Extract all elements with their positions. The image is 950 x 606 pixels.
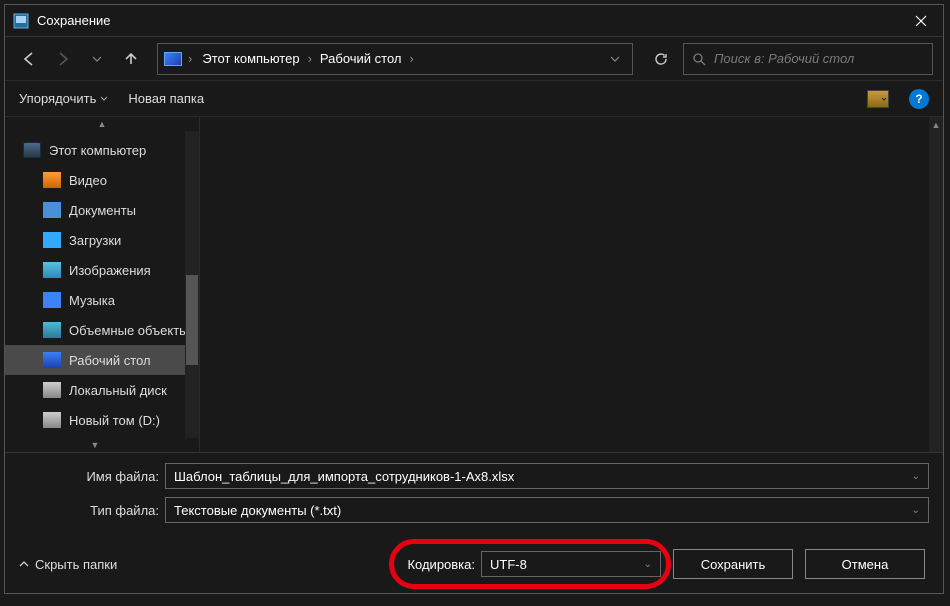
scrollbar-thumb[interactable] [186,275,198,365]
address-dropdown[interactable] [604,54,626,64]
footer: Скрыть папки Кодировка: UTF-8 ⌄ Сохранит… [5,535,943,593]
organize-menu[interactable]: Упорядочить [19,91,108,106]
main-scrollbar[interactable]: ▲ [929,117,943,452]
tree-item-3dobjects[interactable]: Объемные объекты [5,315,199,345]
app-icon [13,13,29,29]
breadcrumb: Этот компьютер › Рабочий стол › [198,49,598,68]
tree-item-documents[interactable]: Документы [5,195,199,225]
chevron-down-icon [100,95,108,103]
bottom-panel: Имя файла: Шаблон_таблицы_для_импорта_со… [5,452,943,535]
save-dialog: Сохранение › Этот компьютер › Рабочий ст… [4,4,944,594]
chevron-down-icon: ⌄ [644,559,652,570]
address-bar[interactable]: › Этот компьютер › Рабочий стол › [157,43,633,75]
video-icon [43,172,61,188]
objects3d-icon [43,322,61,338]
encoding-select[interactable]: UTF-8 ⌄ [481,551,661,577]
tree-item-music[interactable]: Музыка [5,285,199,315]
breadcrumb-computer[interactable]: Этот компьютер [198,49,303,68]
chevron-right-icon: › [308,51,312,66]
drive-icon [43,382,61,398]
tree-item-desktop[interactable]: Рабочий стол [5,345,199,375]
close-button[interactable] [898,6,943,36]
new-folder-button[interactable]: Новая папка [128,91,204,106]
dialog-body: ▲ Этот компьютер Видео Документы Загрузк… [5,117,943,452]
nav-recent-dropdown[interactable] [83,45,111,73]
search-icon [692,52,706,66]
downloads-icon [43,232,61,248]
drive-icon [43,412,61,428]
nav-tree: Этот компьютер Видео Документы Загрузки … [5,131,199,439]
chevron-up-icon [19,559,29,569]
dialog-title: Сохранение [37,13,898,28]
encoding-label: Кодировка: [407,557,475,572]
toolbar: Упорядочить Новая папка ? [5,81,943,117]
hide-folders-toggle[interactable]: Скрыть папки [19,557,117,572]
titlebar: Сохранение [5,5,943,37]
tree-item-video[interactable]: Видео [5,165,199,195]
filename-input[interactable]: Шаблон_таблицы_для_импорта_сотрудников-1… [165,463,929,489]
computer-icon [23,142,41,158]
documents-icon [43,202,61,218]
file-list-pane[interactable]: ▲ [200,117,943,452]
chevron-down-icon: ⌄ [912,505,920,516]
nav-back-button[interactable] [15,45,43,73]
tree-item-images[interactable]: Изображения [5,255,199,285]
tree-item-downloads[interactable]: Загрузки [5,225,199,255]
nav-up-button[interactable] [117,45,145,73]
nav-sidebar: ▲ Этот компьютер Видео Документы Загрузк… [5,117,200,452]
sidebar-scroll-down[interactable]: ▼ [5,438,185,452]
cancel-button[interactable]: Отмена [805,549,925,579]
nav-forward-button[interactable] [49,45,77,73]
tree-item-localdisk[interactable]: Локальный диск [5,375,199,405]
view-mode-button[interactable] [867,90,889,108]
encoding-group: Кодировка: UTF-8 ⌄ [407,551,661,577]
refresh-button[interactable] [645,43,677,75]
music-icon [43,292,61,308]
sidebar-scroll-up[interactable]: ▲ [5,117,199,131]
chevron-down-icon[interactable]: ⌄ [912,471,920,482]
desktop-icon [43,352,61,368]
navbar: › Этот компьютер › Рабочий стол › Поиск … [5,37,943,81]
tree-item-computer[interactable]: Этот компьютер [5,135,199,165]
filetype-select[interactable]: Текстовые документы (*.txt) ⌄ [165,497,929,523]
sidebar-scrollbar[interactable] [185,131,199,438]
filetype-label: Тип файла: [19,503,159,518]
search-placeholder: Поиск в: Рабочий стол [714,51,854,66]
tree-item-newvolume[interactable]: Новый том (D:) ⌄ [5,405,199,435]
help-button[interactable]: ? [909,89,929,109]
filename-label: Имя файла: [19,469,159,484]
chevron-right-icon: › [410,51,414,66]
save-button[interactable]: Сохранить [673,549,793,579]
images-icon [43,262,61,278]
chevron-right-icon: › [188,51,192,66]
location-icon [164,52,182,66]
breadcrumb-desktop[interactable]: Рабочий стол [316,49,406,68]
search-input[interactable]: Поиск в: Рабочий стол [683,43,933,75]
